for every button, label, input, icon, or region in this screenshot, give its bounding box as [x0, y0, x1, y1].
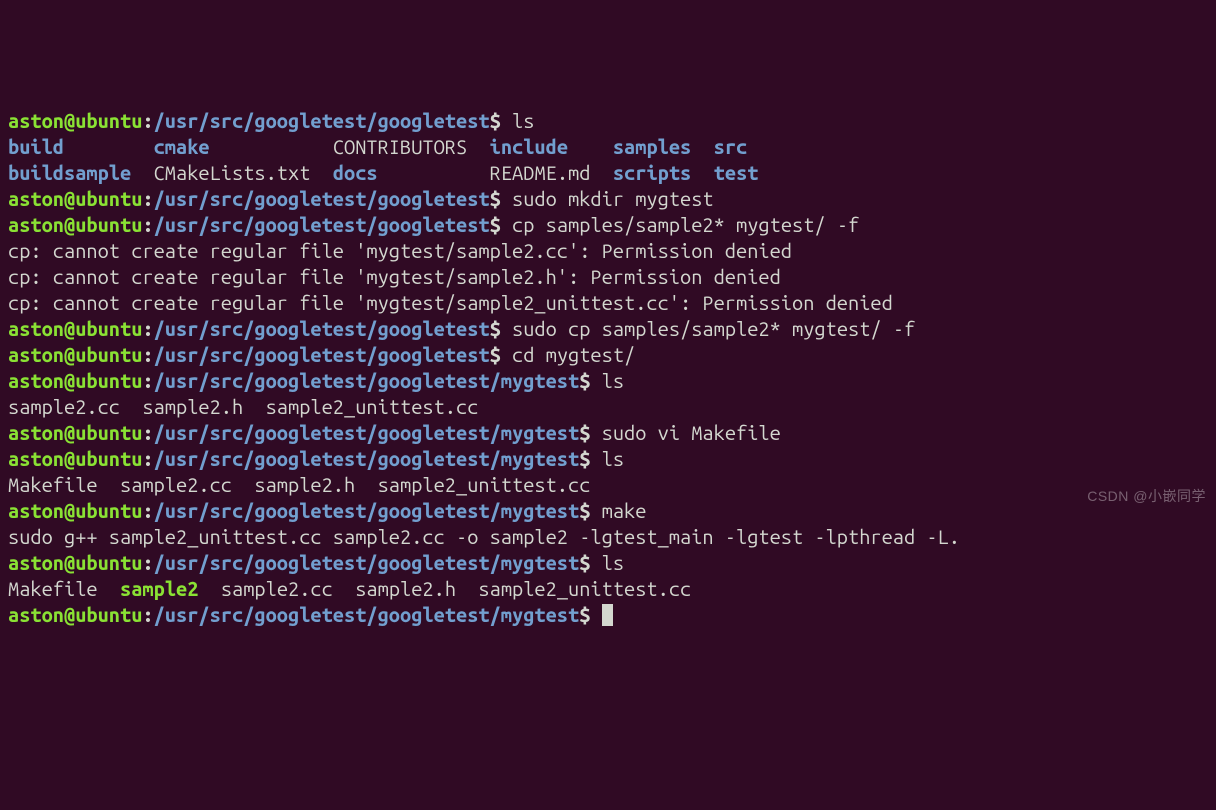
prompt-path: /usr/src/googletest/googletest — [154, 109, 490, 132]
command-ls: ls — [602, 447, 624, 470]
dir-scripts: scripts — [613, 161, 691, 184]
terminal-output[interactable]: aston@ubuntu:/usr/src/googletest/googlet… — [8, 108, 1208, 628]
prompt-line: aston@ubuntu:/usr/src/googletest/googlet… — [8, 343, 501, 366]
prompt-line: aston@ubuntu:/usr/src/googletest/googlet… — [8, 317, 501, 340]
dir-include: include — [490, 135, 568, 158]
command-vi: sudo vi Makefile — [602, 421, 781, 444]
prompt-line: aston@ubuntu:/usr/src/googletest/googlet… — [8, 447, 590, 470]
prompt-line: aston@ubuntu:/usr/src/googletest/googlet… — [8, 499, 590, 522]
ls-output-3: Makefile sample2.cc sample2.h sample2_un… — [8, 473, 590, 496]
command-cd: cd mygtest/ — [512, 343, 635, 366]
file-rest: sample2.cc sample2.h sample2_unittest.cc — [221, 577, 691, 600]
prompt-user: aston — [8, 109, 64, 132]
command-ls: ls — [602, 551, 624, 574]
command-mkdir: sudo mkdir mygtest — [512, 187, 714, 210]
cursor-block-icon — [602, 604, 613, 626]
prompt-line: aston@ubuntu:/usr/src/googletest/googlet… — [8, 369, 590, 392]
ls-output-row1: build cmake CONTRIBUTORS include samples… — [8, 135, 747, 158]
file-cmakelists: CMakeLists.txt — [154, 161, 311, 184]
command-ls: ls — [512, 109, 534, 132]
prompt-line: aston@ubuntu:/usr/src/googletest/googlet… — [8, 213, 501, 236]
cp-error-1: cp: cannot create regular file 'mygtest/… — [8, 239, 792, 262]
prompt-line: aston@ubuntu:/usr/src/googletest/googlet… — [8, 109, 501, 132]
command-sudo-cp: sudo cp samples/sample2* mygtest/ -f — [512, 317, 915, 340]
exec-sample2: sample2 — [120, 577, 198, 600]
prompt-line: aston@ubuntu:/usr/src/googletest/googlet… — [8, 187, 501, 210]
dir-samples: samples — [613, 135, 691, 158]
dir-buildsample: buildsample — [8, 161, 131, 184]
watermark-text: CSDN @小嵌同学 — [1087, 483, 1206, 509]
file-contributors: CONTRIBUTORS — [333, 135, 467, 158]
dir-docs: docs — [333, 161, 378, 184]
prompt-line: aston@ubuntu:/usr/src/googletest/googlet… — [8, 551, 590, 574]
dir-cmake: cmake — [154, 135, 210, 158]
file-makefile: Makefile — [8, 577, 98, 600]
dir-build: build — [8, 135, 64, 158]
dir-test: test — [714, 161, 759, 184]
ls-output-row2: buildsample CMakeLists.txt docs README.m… — [8, 161, 758, 184]
command-ls: ls — [602, 369, 624, 392]
command-cp: cp samples/sample2* mygtest/ -f — [512, 213, 859, 236]
make-output: sudo g++ sample2_unittest.cc sample2.cc … — [8, 525, 960, 548]
cp-error-2: cp: cannot create regular file 'mygtest/… — [8, 265, 781, 288]
prompt-host: ubuntu — [75, 109, 142, 132]
dir-src: src — [714, 135, 748, 158]
file-readme: README.md — [490, 161, 591, 184]
ls-output-4: Makefile sample2 sample2.cc sample2.h sa… — [8, 577, 691, 600]
command-make: make — [602, 499, 647, 522]
prompt-line: aston@ubuntu:/usr/src/googletest/googlet… — [8, 421, 590, 444]
cp-error-3: cp: cannot create regular file 'mygtest/… — [8, 291, 893, 314]
ls-output-2: sample2.cc sample2.h sample2_unittest.cc — [8, 395, 478, 418]
prompt-line: aston@ubuntu:/usr/src/googletest/googlet… — [8, 603, 590, 626]
